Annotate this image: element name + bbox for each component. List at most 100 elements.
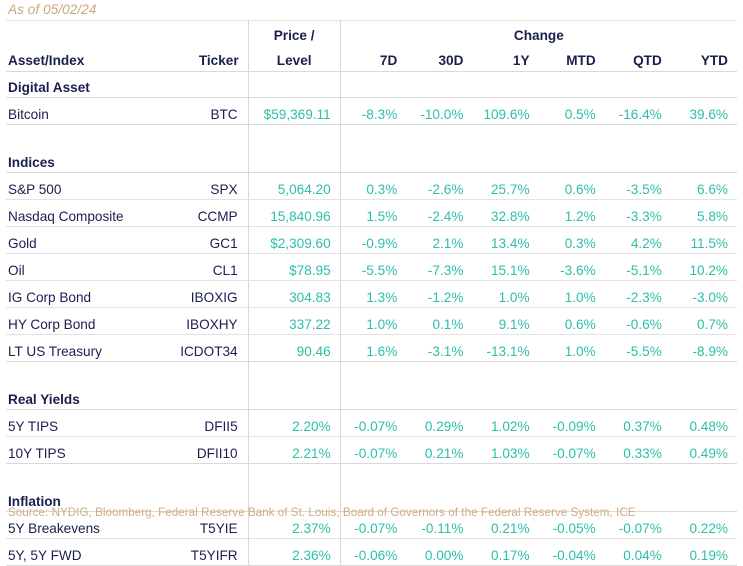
cell-change-7d: 1.3% (340, 280, 407, 308)
cell-change-7d: -0.06% (340, 538, 407, 566)
cell-ticker: DFII10 (164, 436, 249, 464)
cell-change-1y: 1.0% (472, 280, 539, 308)
cell-change-1y: 1.03% (472, 436, 539, 464)
cell-change-qtd: 0.33% (604, 436, 671, 464)
table-row[interactable]: Oil CL1 $78.95 -5.5% -7.3% 15.1% -3.6% -5.1% 10.… (6, 253, 737, 281)
table-row[interactable]: 10Y TIPS DFII10 2.21% -0.07% 0.21% 1.03% -0.07… (6, 436, 737, 464)
cell-asset-name: 5Y, 5Y FWD (6, 538, 165, 566)
cell-ticker: CL1 (164, 253, 249, 281)
cell-change-qtd: 0.37% (604, 409, 671, 437)
cell-change-qtd: -3.3% (604, 199, 671, 227)
header-chg-ytd: YTD (670, 44, 737, 72)
header-chg-7d: 7D (340, 44, 407, 72)
cell-change-mtd: 0.6% (538, 172, 605, 200)
table-row[interactable]: 5Y TIPS DFII5 2.20% -0.07% 0.29% 1.02% -0.09% 0… (6, 409, 737, 437)
cell-price-level: 15,840.96 (247, 199, 341, 227)
table-row[interactable]: Bitcoin BTC $59,369.11 -8.3% -10.0% 109.6% 0.5… (6, 97, 737, 125)
cell-change-30d: -10.0% (406, 97, 473, 125)
cell-change-ytd: 0.49% (670, 436, 737, 464)
cell-change-ytd: 0.48% (670, 409, 737, 437)
cell-asset-name: 10Y TIPS (6, 436, 165, 464)
table-head: Price / Change Asset/Index Ticker Level … (6, 20, 737, 72)
header-ticker: Ticker (164, 44, 249, 72)
cell-asset-name: S&P 500 (6, 172, 165, 200)
cell-asset-name: Oil (6, 253, 165, 281)
cell-ticker: IBOXIG (164, 280, 249, 308)
table-row[interactable]: Gold GC1 $2,309.60 -0.9% 2.1% 13.4% 0.3% 4.2% 11… (6, 226, 737, 254)
section-spacer-row (6, 361, 737, 384)
cell-price-level: 2.21% (247, 436, 341, 464)
section-spacer-row (6, 124, 737, 147)
cell-price-level: 90.46 (247, 334, 341, 362)
cell-change-qtd: -16.4% (604, 97, 671, 125)
cell-change-1y: 25.7% (472, 172, 539, 200)
cell-change-ytd: 10.2% (670, 253, 737, 281)
cell-change-mtd: -0.09% (538, 409, 605, 437)
cell-change-1y: 109.6% (472, 97, 539, 125)
as-of-date: As of 05/02/24 (8, 2, 97, 17)
cell-asset-name: 5Y TIPS (6, 409, 165, 437)
cell-ticker: SPX (164, 172, 249, 200)
cell-change-7d: -0.07% (340, 436, 407, 464)
cell-ticker: ICDOT34 (164, 334, 249, 362)
cell-change-30d: 0.00% (406, 538, 473, 566)
table-row[interactable]: Nasdaq Composite CCMP 15,840.96 1.5% -2.4% 32… (6, 199, 737, 227)
cell-change-30d: -3.1% (406, 334, 473, 362)
header-chg-qtd: QTD (604, 44, 671, 72)
cell-change-30d: 0.29% (406, 409, 473, 437)
table-row[interactable]: IG Corp Bond IBOXIG 304.83 1.3% -1.2% 1.0% 1.0… (6, 280, 737, 308)
cell-change-30d: -7.3% (406, 253, 473, 281)
table-row[interactable]: HY Corp Bond IBOXHY 337.22 1.0% 0.1% 9.1% 0.6%… (6, 307, 737, 335)
cell-price-level: $59,369.11 (247, 97, 341, 125)
cell-asset-name: Nasdaq Composite (6, 199, 165, 227)
cell-change-qtd: -5.1% (604, 253, 671, 281)
cell-change-mtd: 1.2% (538, 199, 605, 227)
header-chg-1y: 1Y (472, 44, 539, 72)
header-price-line1: Price / (247, 20, 341, 44)
market-data-table: Price / Change Asset/Index Ticker Level … (6, 20, 737, 566)
cell-change-30d: 2.1% (406, 226, 473, 254)
table-row[interactable]: 5Y, 5Y FWD T5YIFR 2.36% -0.06% 0.00% 0.17% -0.… (6, 538, 737, 566)
source-note: Source: NYDIG, Bloomberg, Federal Reserv… (8, 506, 636, 519)
cell-ticker: IBOXHY (164, 307, 249, 335)
cell-change-mtd: 0.5% (538, 97, 605, 125)
cell-change-30d: 0.21% (406, 436, 473, 464)
cell-change-1y: 13.4% (472, 226, 539, 254)
section-header-row: Indices (6, 147, 737, 173)
cell-change-ytd: 0.22% (670, 511, 737, 539)
table-body: Digital Asset Bitcoin BTC $59,369.11 -8.3% -1… (6, 71, 737, 566)
cell-change-ytd: -8.9% (670, 334, 737, 362)
cell-asset-name: HY Corp Bond (6, 307, 165, 335)
header-chg-30d: 30D (406, 44, 473, 72)
cell-change-ytd: 0.19% (670, 538, 737, 566)
cell-asset-name: Bitcoin (6, 97, 165, 125)
cell-price-level: 304.83 (247, 280, 341, 308)
cell-change-7d: 1.0% (340, 307, 407, 335)
cell-change-qtd: 4.2% (604, 226, 671, 254)
cell-change-7d: 1.6% (340, 334, 407, 362)
cell-price-level: 2.20% (247, 409, 341, 437)
cell-change-30d: -1.2% (406, 280, 473, 308)
cell-change-7d: -5.5% (340, 253, 407, 281)
cell-change-ytd: 6.6% (670, 172, 737, 200)
cell-change-mtd: 0.3% (538, 226, 605, 254)
cell-change-1y: 15.1% (472, 253, 539, 281)
cell-ticker: T5YIFR (164, 538, 249, 566)
table-row[interactable]: S&P 500 SPX 5,064.20 0.3% -2.6% 25.7% 0.6% -3.5… (6, 172, 737, 200)
cell-change-1y: -13.1% (472, 334, 539, 362)
section-title: Real Yields (6, 384, 165, 410)
header-row-bottom: Asset/Index Ticker Level 7D 30D 1Y MTD Q… (6, 44, 737, 72)
section-header-row: Real Yields (6, 384, 737, 410)
header-change-group: Change (340, 20, 737, 44)
section-spacer-row (6, 463, 737, 486)
cell-change-30d: 0.1% (406, 307, 473, 335)
header-spacer-asset (6, 20, 165, 44)
cell-change-ytd: 11.5% (670, 226, 737, 254)
cell-change-qtd: -5.5% (604, 334, 671, 362)
table-row[interactable]: LT US Treasury ICDOT34 90.46 1.6% -3.1% -13.1… (6, 334, 737, 362)
cell-change-mtd: 0.6% (538, 307, 605, 335)
cell-change-mtd: -3.6% (538, 253, 605, 281)
section-title: Digital Asset (6, 71, 165, 98)
cell-change-7d: -0.9% (340, 226, 407, 254)
header-asset-index: Asset/Index (6, 44, 165, 72)
